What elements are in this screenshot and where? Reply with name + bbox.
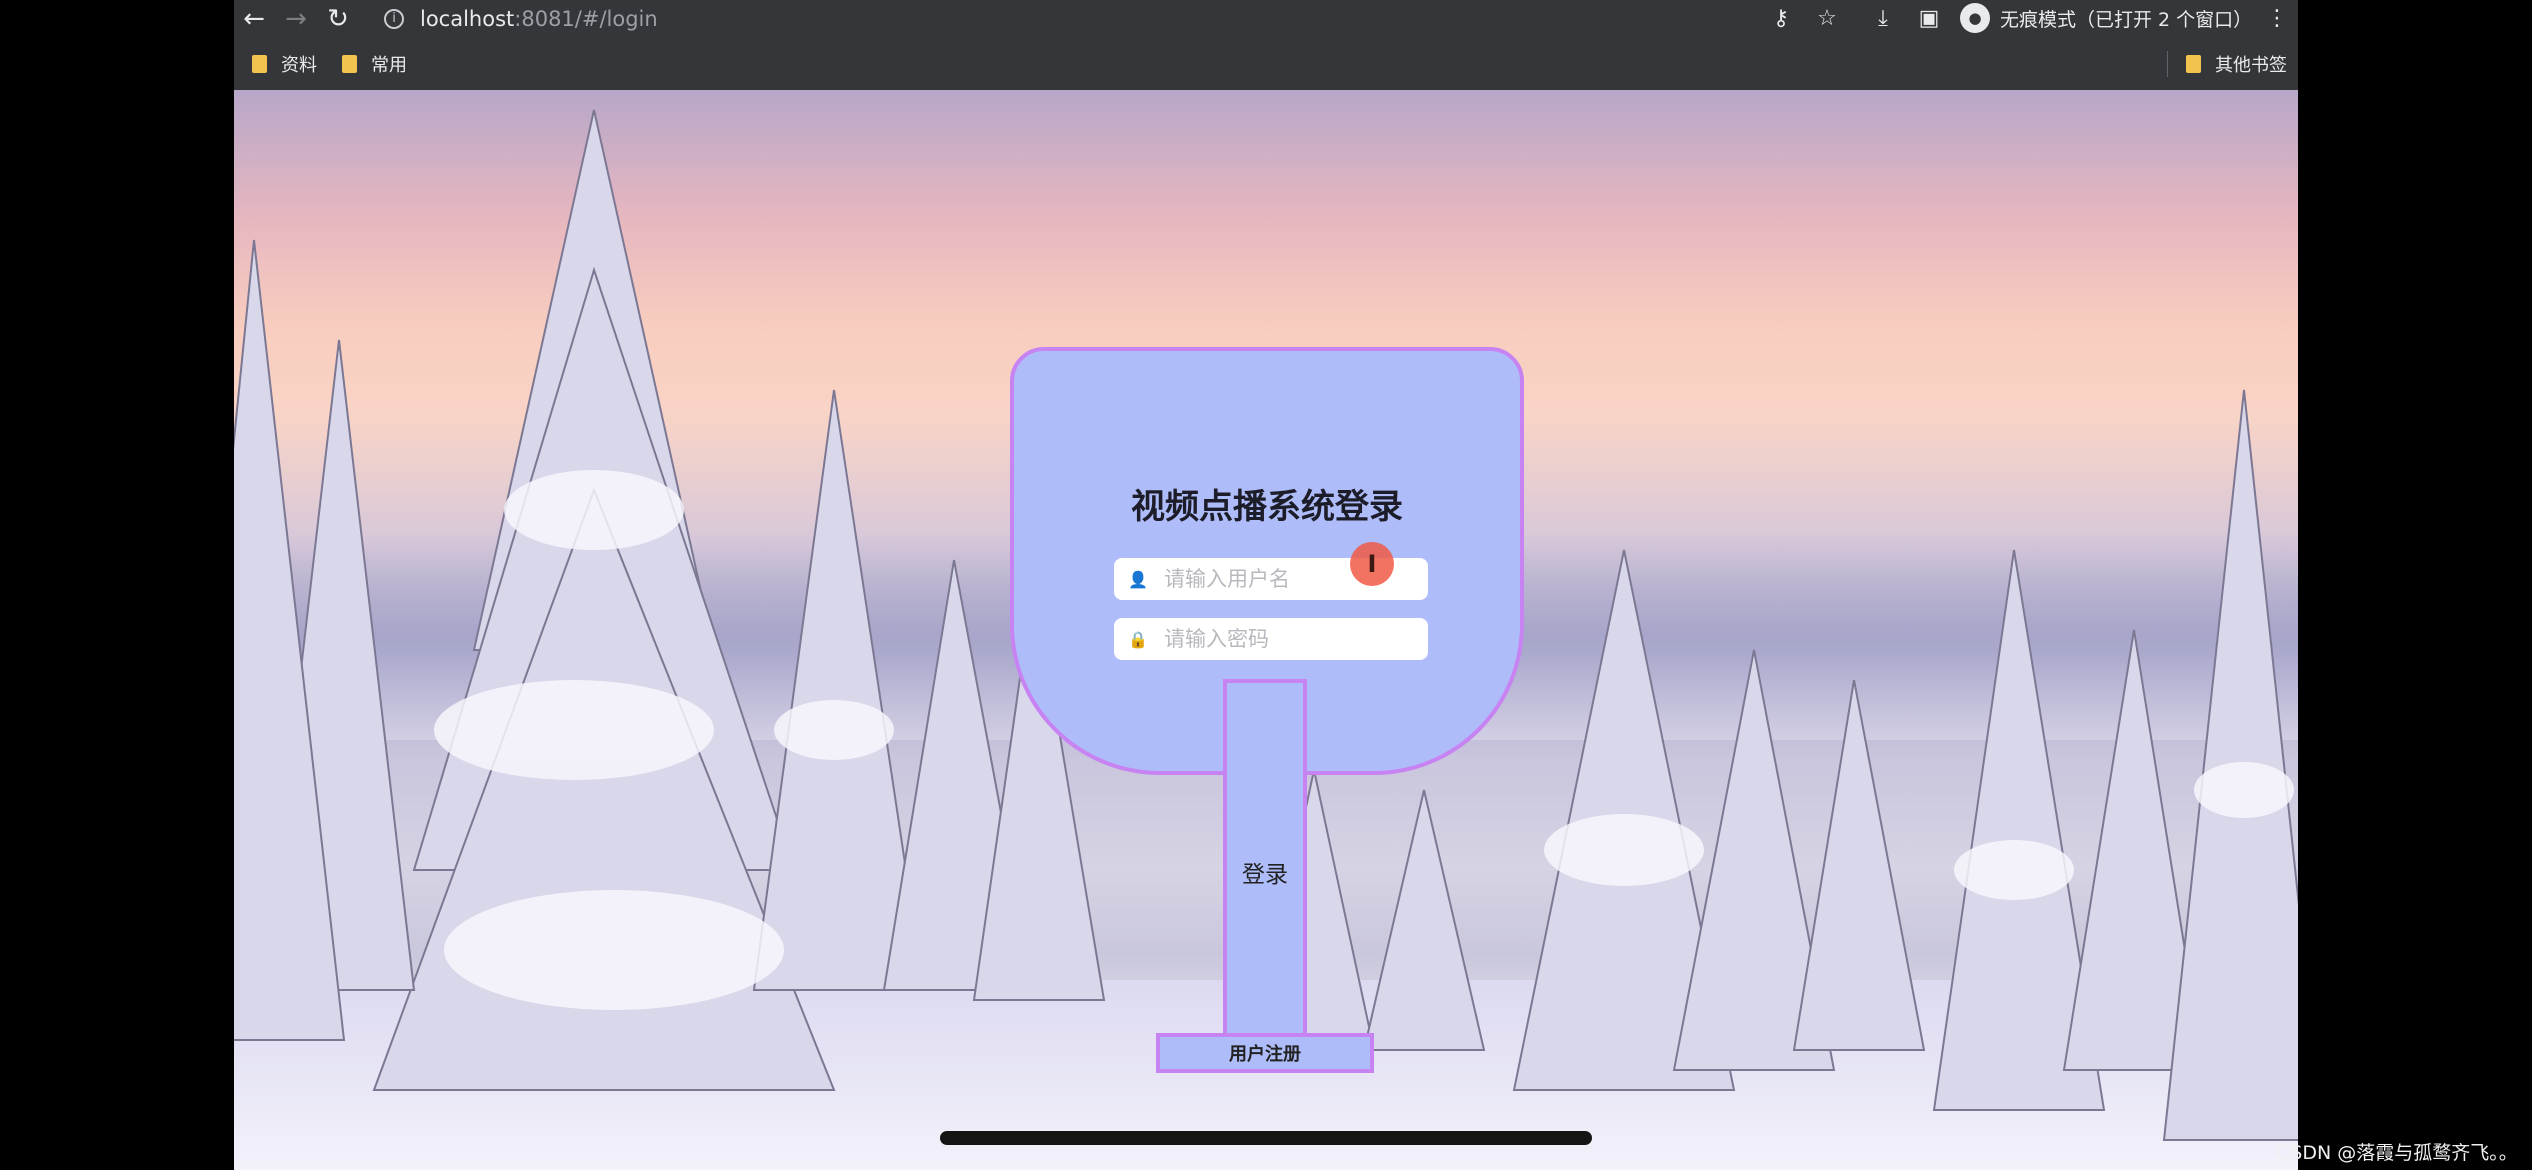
- folder-icon: [2186, 55, 2201, 73]
- kebab-menu-icon[interactable]: ⋮: [2264, 0, 2290, 37]
- home-indicator[interactable]: [940, 1131, 1592, 1145]
- bookmark-label: 常用: [371, 55, 407, 76]
- incognito-label: 无痕模式（已打开 2 个窗口）: [2000, 8, 2253, 31]
- folder-icon: [342, 55, 357, 73]
- key-icon[interactable]: ⚷: [1766, 0, 1796, 37]
- back-arrow-icon[interactable]: ←: [234, 0, 274, 37]
- password-field[interactable]: 🔒: [1114, 618, 1428, 660]
- side-panel-icon[interactable]: ▣: [1914, 0, 1944, 37]
- other-bookmarks[interactable]: 其他书签: [2186, 51, 2287, 77]
- bookmarks-divider: [2167, 51, 2168, 77]
- download-icon[interactable]: ⤓: [1868, 0, 1898, 37]
- incognito-indicator[interactable]: ● 无痕模式（已打开 2 个窗口）: [1960, 3, 2252, 33]
- bookmarks-bar: 资料 常用 其他书签: [234, 37, 2298, 91]
- bookmark-label: 资料: [281, 55, 317, 76]
- bookmark-label: 其他书签: [2215, 55, 2287, 76]
- star-icon[interactable]: ☆: [1812, 0, 1842, 37]
- register-button-label: 用户注册: [1229, 1044, 1301, 1065]
- forward-arrow-icon[interactable]: →: [276, 0, 316, 37]
- password-input[interactable]: [1162, 626, 1406, 652]
- login-button[interactable]: 登录: [1223, 679, 1307, 1065]
- watermark: CSDN @落霞与孤鹜齐飞。。: [2277, 1142, 2518, 1164]
- info-icon[interactable]: i: [384, 8, 404, 29]
- login-title: 视频点播系统登录: [1131, 487, 1403, 527]
- bookmark-folder[interactable]: 资料: [252, 51, 317, 77]
- login-page: 视频点播系统登录 👤 🔒 I 登录 用户注册: [234, 90, 2298, 1170]
- incognito-icon: ●: [1960, 3, 1990, 33]
- bookmark-folder[interactable]: 常用: [342, 51, 407, 77]
- browser-toolbar: ← → ↻ i localhost:8081/#/login ⚷ ☆ ⤓ ▣ ●…: [234, 0, 2298, 37]
- reload-icon[interactable]: ↻: [318, 0, 358, 37]
- register-button[interactable]: 用户注册: [1156, 1033, 1374, 1073]
- user-icon: 👤: [1128, 569, 1148, 589]
- lock-icon: 🔒: [1128, 629, 1148, 649]
- login-button-label: 登录: [1242, 862, 1288, 888]
- device-screen: ← → ↻ i localhost:8081/#/login ⚷ ☆ ⤓ ▣ ●…: [234, 0, 2298, 1170]
- url-path: :8081/#/login: [514, 6, 658, 31]
- folder-icon: [252, 55, 267, 73]
- text-cursor-icon: I: [1350, 542, 1394, 586]
- url-host: localhost: [420, 6, 515, 31]
